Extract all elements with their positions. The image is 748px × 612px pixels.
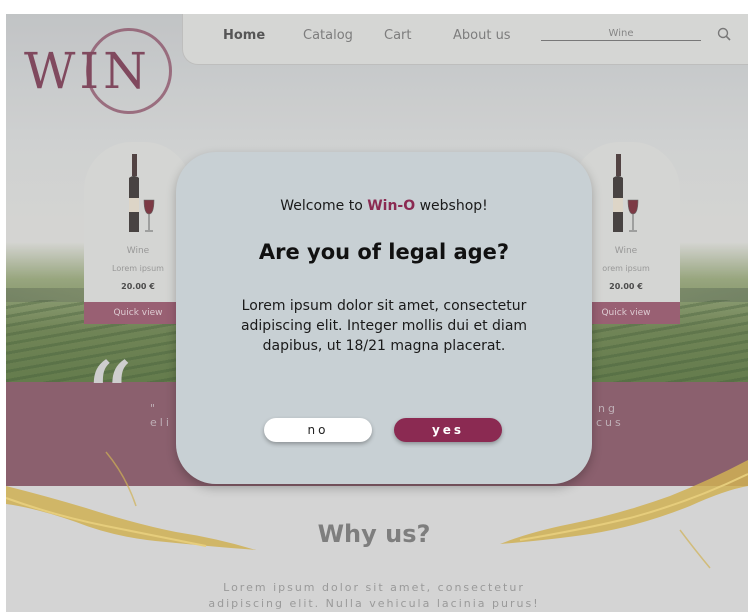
modal-title: Are you of legal age?: [258, 240, 510, 264]
page: WIN Home Catalog Cart About us Wine Lore…: [0, 0, 748, 612]
welcome-prefix: Welcome to: [280, 198, 368, 214]
yes-button[interactable]: yes: [394, 418, 502, 442]
no-button[interactable]: no: [264, 418, 372, 442]
age-verification-modal: Welcome to Win-O webshop! Are you of leg…: [176, 152, 592, 484]
welcome-suffix: webshop!: [415, 198, 488, 214]
modal-body-text: Lorem ipsum dolor sit amet, consectetur …: [240, 298, 528, 354]
modal-welcome-text: Welcome to Win-O webshop!: [176, 198, 592, 214]
brand-name: Win-O: [367, 198, 416, 214]
